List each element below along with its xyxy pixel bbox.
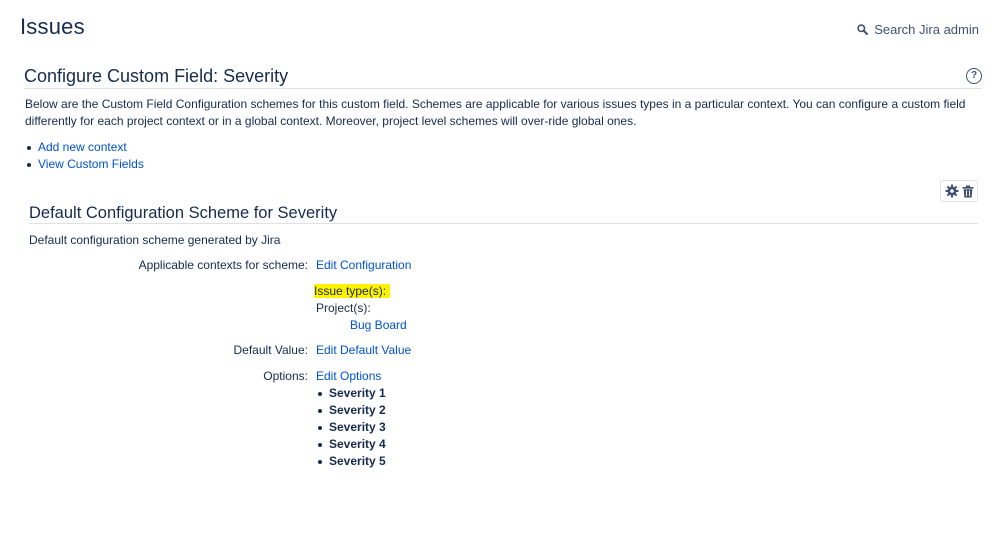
issue-types-highlight: Issue type(s): [314, 284, 391, 298]
help-icon[interactable]: ? [966, 68, 982, 84]
option-label: Severity 3 [329, 420, 386, 434]
edit-configuration-link[interactable]: Edit Configuration [316, 257, 411, 274]
option-label: Severity 2 [329, 403, 386, 417]
projects-label: Project(s): [316, 301, 371, 315]
issue-types-label: Issue type(s): [314, 283, 391, 300]
options-label: Options: [263, 369, 308, 383]
scheme-title: Default Configuration Scheme for Severit… [29, 204, 338, 222]
list-item: Add new context [25, 139, 144, 156]
project-bug-board-link[interactable]: Bug Board [350, 317, 407, 334]
bullet [318, 391, 322, 396]
options-list: Severity 1 Severity 2 Severity 3 Severit… [318, 385, 386, 470]
option-label: Severity 4 [329, 437, 386, 451]
trash-icon[interactable] [962, 185, 974, 198]
bullet [27, 145, 31, 150]
option-item: Severity 4 [318, 436, 386, 453]
option-item: Severity 3 [318, 419, 386, 436]
search-jira-admin-label: Search Jira admin [874, 22, 979, 37]
gear-icon[interactable] [945, 184, 959, 198]
edit-default-value-link[interactable]: Edit Default Value [316, 342, 411, 359]
field-header: Configure Custom Field: Severity ? [24, 64, 982, 89]
scheme-header: Default Configuration Scheme for Severit… [29, 203, 978, 224]
option-item: Severity 5 [318, 453, 386, 470]
search-icon [857, 24, 869, 35]
applicable-contexts-label: Applicable contexts for scheme: [138, 258, 308, 272]
default-value-label: Default Value: [233, 343, 309, 357]
field-title: Configure Custom Field: Severity [24, 66, 289, 86]
scheme-toolbar [940, 180, 978, 202]
bullet [318, 425, 322, 430]
edit-options-link[interactable]: Edit Options [316, 368, 381, 385]
view-custom-fields-link[interactable]: View Custom Fields [38, 156, 144, 173]
bullet [27, 162, 31, 167]
page-title: Issues [20, 14, 85, 39]
option-item: Severity 2 [318, 402, 386, 419]
bullet [318, 442, 322, 447]
option-label: Severity 1 [329, 386, 386, 400]
option-label: Severity 5 [329, 454, 386, 468]
bullet [318, 459, 322, 464]
scheme-description: Default configuration scheme generated b… [29, 233, 281, 247]
search-jira-admin-button[interactable]: Search Jira admin [857, 22, 979, 37]
field-links: Add new context View Custom Fields [25, 139, 144, 173]
add-new-context-link[interactable]: Add new context [38, 139, 127, 156]
field-description: Below are the Custom Field Configuration… [25, 97, 966, 128]
list-item: View Custom Fields [25, 156, 144, 173]
option-item: Severity 1 [318, 385, 386, 402]
bullet [318, 408, 322, 413]
